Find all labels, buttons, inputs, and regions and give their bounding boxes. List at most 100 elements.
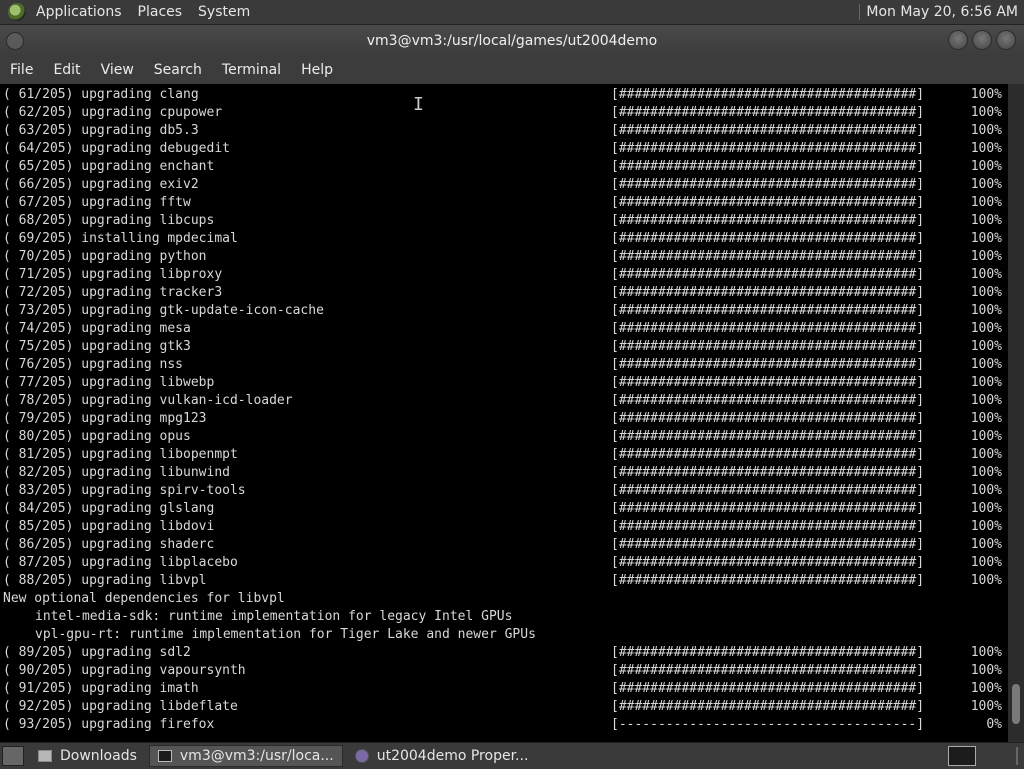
clock[interactable]: Mon May 20, 6:56 AM xyxy=(859,4,1024,20)
window-titlebar[interactable]: vm3@vm3:/usr/local/games/ut2004demo xyxy=(0,25,1024,56)
terminal-line: ( 83/205) upgrading spirv-tools [########… xyxy=(0,482,1008,500)
terminal-line: ( 88/205) upgrading libvpl [#############… xyxy=(0,572,1008,590)
progress-percent: 100% xyxy=(970,483,1002,498)
terminal-line: ( 86/205) upgrading shaderc [############… xyxy=(0,536,1008,554)
progress-bar: [######################################] xyxy=(611,321,925,336)
terminal-line: ( 72/205) upgrading tracker3 [###########… xyxy=(0,284,1008,302)
terminal-line: ( 62/205) upgrading cpupower [###########… xyxy=(0,104,1008,122)
task-downloads[interactable]: Downloads xyxy=(30,745,145,767)
progress-bar: [######################################] xyxy=(611,465,925,480)
terminal-line: ( 91/205) upgrading imath [##############… xyxy=(0,680,1008,698)
task-terminal[interactable]: vm3@vm3:/usr/loca... xyxy=(148,745,343,767)
package-action: ( 85/205) upgrading libdovi xyxy=(3,519,215,534)
package-action: ( 68/205) upgrading libcups xyxy=(3,213,215,228)
terminal-line: ( 79/205) upgrading mpg123 [#############… xyxy=(0,410,1008,428)
terminal-line: ( 92/205) upgrading libdeflate [#########… xyxy=(0,698,1008,716)
close-button[interactable] xyxy=(996,30,1016,50)
package-action: ( 71/205) upgrading libproxy xyxy=(3,267,223,282)
terminal-line: ( 74/205) upgrading mesa [###############… xyxy=(0,320,1008,338)
package-action: ( 87/205) upgrading libplacebo xyxy=(3,555,238,570)
menu-view[interactable]: View xyxy=(91,62,144,78)
progress-bar: [--------------------------------------] xyxy=(611,717,925,732)
clock-text: Mon May 20, 6:56 AM xyxy=(866,4,1018,20)
package-action: ( 86/205) upgrading shaderc xyxy=(3,537,215,552)
minimize-button[interactable] xyxy=(948,30,968,50)
tray-separator xyxy=(1016,747,1018,765)
package-action: ( 77/205) upgrading libwebp xyxy=(3,375,215,390)
folder-icon xyxy=(38,750,52,762)
menu-search[interactable]: Search xyxy=(144,62,212,78)
progress-percent: 100% xyxy=(970,231,1002,246)
task-ut2004-properties[interactable]: ut2004demo Proper... xyxy=(347,745,537,767)
terminal-line: ( 78/205) upgrading vulkan-icd-loader [##… xyxy=(0,392,1008,410)
progress-bar: [######################################] xyxy=(611,681,925,696)
menu-help[interactable]: Help xyxy=(291,62,343,78)
terminal-line: ( 71/205) upgrading libproxy [###########… xyxy=(0,266,1008,284)
progress-percent: 100% xyxy=(970,285,1002,300)
progress-percent: 100% xyxy=(970,555,1002,570)
progress-bar: [######################################] xyxy=(611,501,925,516)
progress-percent: 100% xyxy=(970,411,1002,426)
progress-percent: 100% xyxy=(970,429,1002,444)
terminal-line: ( 69/205) installing mpdecimal [#########… xyxy=(0,230,1008,248)
package-action: ( 66/205) upgrading exiv2 xyxy=(3,177,199,192)
package-action: ( 67/205) upgrading fftw xyxy=(3,195,191,210)
menu-edit[interactable]: Edit xyxy=(43,62,90,78)
workspace-switcher-icon[interactable] xyxy=(948,746,976,766)
places-menu[interactable]: Places xyxy=(130,0,191,24)
terminal-scrollbar[interactable] xyxy=(1008,84,1024,742)
applications-menu[interactable]: Applications xyxy=(28,0,130,24)
progress-bar: [######################################] xyxy=(611,213,925,228)
system-menu[interactable]: System xyxy=(190,0,258,24)
menu-file[interactable]: File xyxy=(0,62,43,78)
terminal-output[interactable]: ( 61/205) upgrading clang [##############… xyxy=(0,84,1008,742)
menu-terminal[interactable]: Terminal xyxy=(212,62,291,78)
task-label: vm3@vm3:/usr/loca... xyxy=(179,748,334,764)
progress-bar: [######################################] xyxy=(611,375,925,390)
package-action: ( 90/205) upgrading vapoursynth xyxy=(3,663,246,678)
optional-dep-line: vpl-gpu-rt: runtime implementation for T… xyxy=(35,627,536,642)
terminal-line: ( 81/205) upgrading libopenmpt [#########… xyxy=(0,446,1008,464)
terminal-line: ( 76/205) upgrading nss [################… xyxy=(0,356,1008,374)
progress-percent: 100% xyxy=(970,159,1002,174)
progress-bar: [######################################] xyxy=(611,699,925,714)
system-tray xyxy=(948,746,1024,766)
progress-percent: 100% xyxy=(970,87,1002,102)
progress-percent: 0% xyxy=(986,717,1002,732)
progress-bar: [######################################] xyxy=(611,645,925,660)
progress-bar: [######################################] xyxy=(611,519,925,534)
package-action: ( 84/205) upgrading glslang xyxy=(3,501,215,516)
terminal-line: ( 75/205) upgrading gtk3 [###############… xyxy=(0,338,1008,356)
progress-bar: [######################################] xyxy=(611,267,925,282)
package-action: ( 83/205) upgrading spirv-tools xyxy=(3,483,246,498)
progress-bar: [######################################] xyxy=(611,411,925,426)
progress-percent: 100% xyxy=(970,141,1002,156)
window-menu-icon[interactable] xyxy=(6,32,24,50)
progress-percent: 100% xyxy=(970,303,1002,318)
progress-percent: 100% xyxy=(970,357,1002,372)
progress-percent: 100% xyxy=(970,375,1002,390)
progress-bar: [######################################] xyxy=(611,177,925,192)
terminal-line: ( 89/205) upgrading sdl2 [###############… xyxy=(0,644,1008,662)
terminal-line: ( 93/205) upgrading firefox [------------… xyxy=(0,716,1008,734)
scrollbar-thumb[interactable] xyxy=(1012,684,1020,724)
package-action: ( 64/205) upgrading debugedit xyxy=(3,141,230,156)
progress-percent: 100% xyxy=(970,537,1002,552)
terminal-line: ( 68/205) upgrading libcups [############… xyxy=(0,212,1008,230)
terminal-line: ( 65/205) upgrading enchant [############… xyxy=(0,158,1008,176)
maximize-button[interactable] xyxy=(972,30,992,50)
distro-logo-icon[interactable] xyxy=(8,3,26,21)
progress-bar: [######################################] xyxy=(611,483,925,498)
progress-percent: 100% xyxy=(970,321,1002,336)
progress-bar: [######################################] xyxy=(611,555,925,570)
package-action: ( 81/205) upgrading libopenmpt xyxy=(3,447,238,462)
package-action: ( 82/205) upgrading libunwind xyxy=(3,465,230,480)
progress-bar: [######################################] xyxy=(611,303,925,318)
bottom-taskbar: Downloads vm3@vm3:/usr/loca... ut2004dem… xyxy=(0,742,1024,769)
progress-percent: 100% xyxy=(970,195,1002,210)
progress-percent: 100% xyxy=(970,123,1002,138)
terminal-line: ( 85/205) upgrading libdovi [############… xyxy=(0,518,1008,536)
window-title: vm3@vm3:/usr/local/games/ut2004demo xyxy=(366,32,658,49)
show-desktop-icon[interactable] xyxy=(2,746,24,766)
progress-percent: 100% xyxy=(970,519,1002,534)
